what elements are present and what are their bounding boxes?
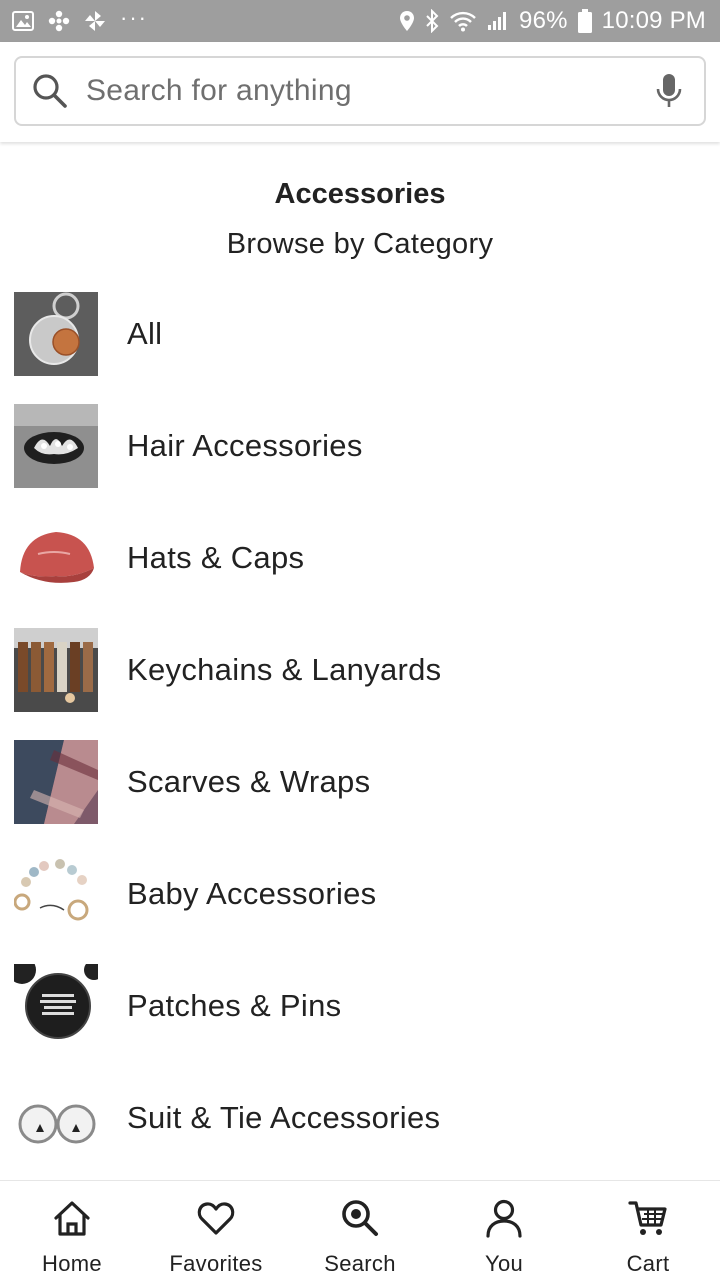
search-placeholder[interactable]: Search for anything: [86, 74, 652, 108]
nav-cart[interactable]: Cart: [576, 1181, 720, 1280]
microphone-icon[interactable]: [652, 71, 686, 111]
category-label: Hats & Caps: [127, 540, 305, 575]
clock: 10:09 PM: [601, 7, 706, 34]
nav-search[interactable]: Search: [288, 1181, 432, 1280]
nav-you[interactable]: You: [432, 1181, 576, 1280]
category-item-scarves-wraps[interactable]: Scarves & Wraps: [14, 740, 714, 852]
nav-label: Favorites: [169, 1251, 263, 1276]
wifi-icon: [449, 10, 477, 32]
category-label: Keychains & Lanyards: [127, 652, 442, 687]
bottom-nav: Home Favorites Search You Cart: [0, 1180, 720, 1280]
person-icon: [483, 1197, 525, 1239]
category-label: Hair Accessories: [127, 428, 363, 463]
teething-beads-thumbnail: [14, 852, 98, 936]
page-title: Accessories: [274, 178, 446, 210]
cart-icon: [627, 1197, 669, 1239]
search-header: Search for anything: [0, 42, 720, 142]
red-cap-thumbnail: [14, 516, 98, 600]
more-notifications-icon: ···: [120, 5, 148, 30]
hair-clip-thumbnail: [14, 404, 98, 488]
category-label: Baby Accessories: [127, 876, 377, 911]
category-item-baby-accessories[interactable]: Baby Accessories: [14, 852, 714, 964]
nav-label: Cart: [626, 1251, 670, 1276]
nav-label: Search: [324, 1251, 396, 1276]
black-pin-thumbnail: [14, 964, 98, 1048]
category-label: Suit & Tie Accessories: [127, 1100, 441, 1135]
heart-icon: [195, 1197, 237, 1239]
category-item-keychains-lanyards[interactable]: Keychains & Lanyards: [14, 628, 714, 740]
gallery-icon: [12, 11, 34, 31]
keychain-coin-thumbnail: [14, 292, 98, 376]
nav-favorites[interactable]: Favorites: [144, 1181, 288, 1280]
home-icon: [51, 1197, 93, 1239]
nav-label: Home: [42, 1251, 102, 1276]
pinwheel-icon: [84, 10, 106, 32]
plaid-scarf-thumbnail: [14, 740, 98, 824]
bluetooth-icon: [425, 9, 439, 33]
leather-keychains-thumbnail: [14, 628, 98, 712]
status-bar: ··· 96% 10:09 PM: [0, 0, 720, 42]
search-icon: [339, 1197, 381, 1239]
category-label: Scarves & Wraps: [127, 764, 371, 799]
category-label: Patches & Pins: [127, 988, 342, 1023]
nav-home[interactable]: Home: [0, 1181, 144, 1280]
cufflinks-thumbnail: [14, 1076, 98, 1160]
search-icon: [30, 71, 70, 111]
category-item-hats-caps[interactable]: Hats & Caps: [14, 516, 714, 628]
nav-label: You: [484, 1251, 524, 1276]
page-subtitle: Browse by Category: [226, 228, 494, 260]
status-right: 96% 10:09 PM: [399, 7, 706, 35]
category-item-all[interactable]: All: [14, 292, 714, 404]
search-input[interactable]: Search for anything: [14, 56, 706, 126]
category-item-patches-pins[interactable]: Patches & Pins: [14, 964, 714, 1076]
location-icon: [399, 10, 415, 32]
battery-icon: [577, 9, 592, 33]
signal-icon: [487, 11, 509, 31]
category-item-hair-accessories[interactable]: Hair Accessories: [14, 404, 714, 516]
category-label: All: [127, 316, 163, 351]
category-list: All Hair Accessories Hats & Caps Keychai…: [14, 292, 714, 1188]
fan-icon: [48, 10, 70, 32]
status-left: ···: [12, 5, 148, 32]
battery-percent: 96%: [519, 7, 568, 34]
category-item-suit-tie-accessories[interactable]: Suit & Tie Accessories: [14, 1076, 714, 1188]
